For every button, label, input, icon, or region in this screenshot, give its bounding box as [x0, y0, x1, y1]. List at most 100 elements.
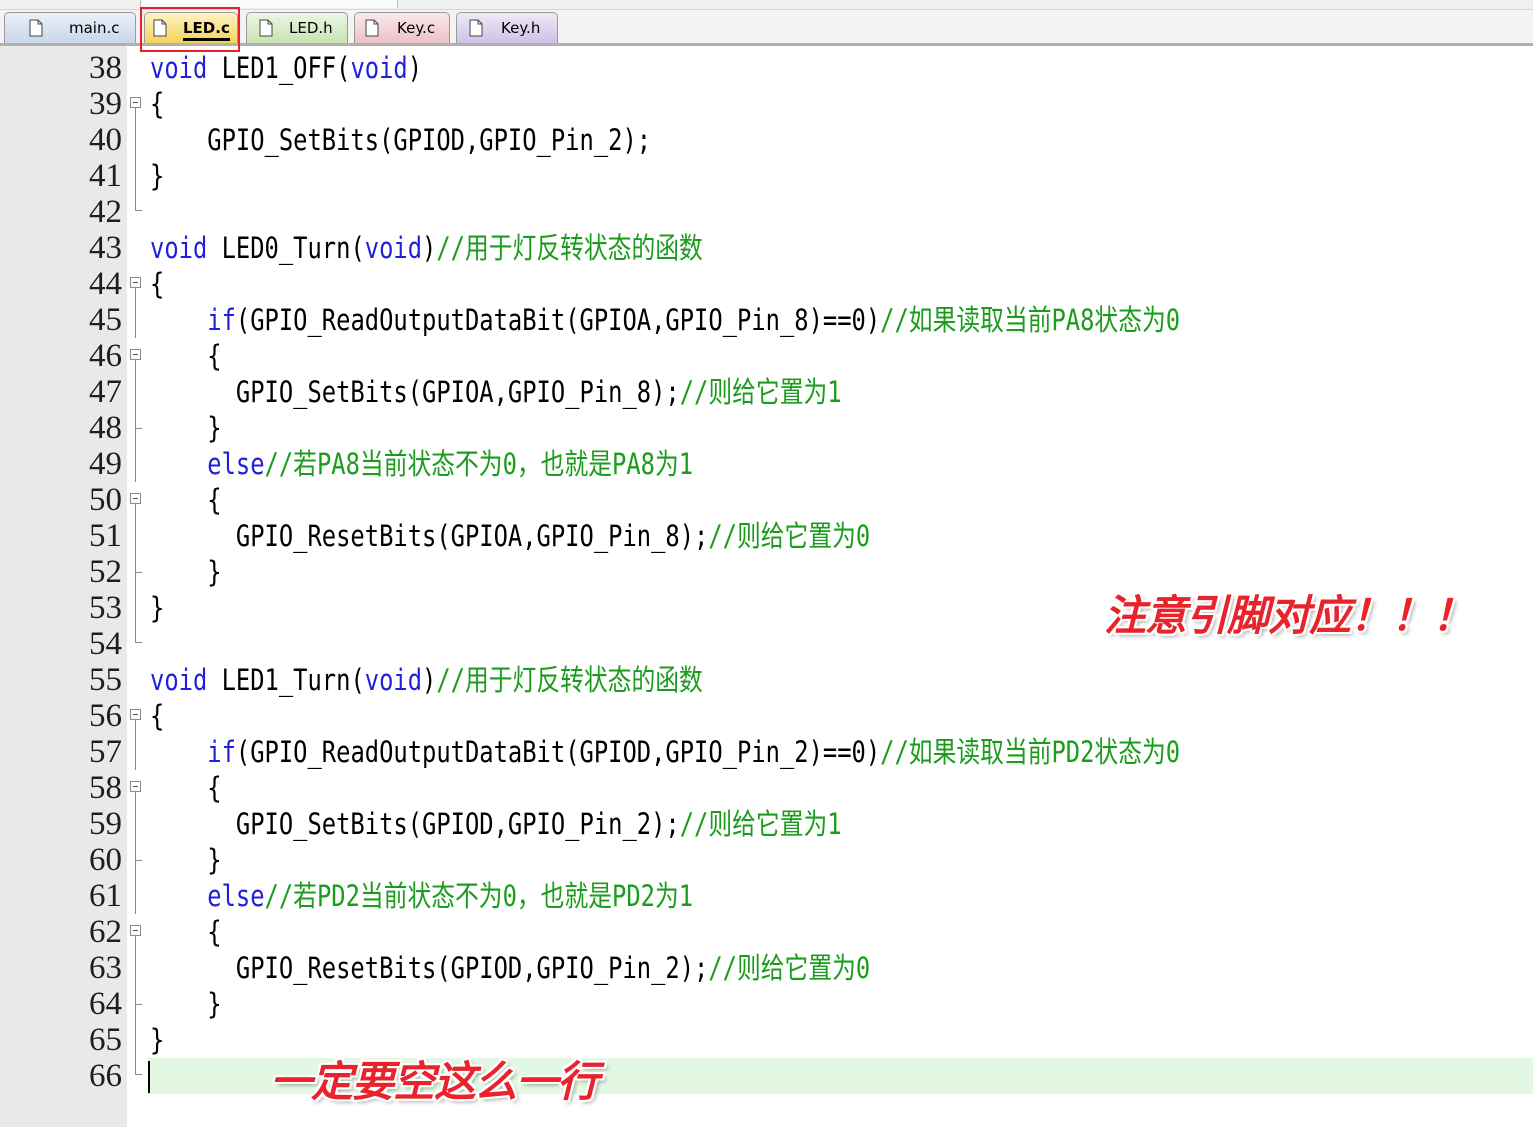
tab-label: Key.c — [397, 19, 436, 37]
code-token: ) — [407, 51, 423, 85]
fold-toggle-icon[interactable] — [129, 338, 147, 374]
text-caret — [148, 1061, 150, 1093]
code-token: (GPIO_ReadOutputDataBit(GPIOA,GPIO_Pin_8… — [235, 303, 881, 337]
code-line[interactable]: 40 GPIO_SetBits(GPIOD,GPIO_Pin_2); — [0, 122, 1533, 158]
code-token: ) — [422, 231, 437, 265]
code-text: } — [150, 158, 164, 194]
code-line[interactable]: 65} — [0, 1022, 1533, 1058]
fold-toggle-icon[interactable] — [129, 266, 147, 302]
code-line[interactable]: 48 } — [0, 410, 1533, 446]
code-line[interactable]: 39 { — [0, 86, 1533, 122]
code-editor[interactable]: 38 void LED1_OFF(void) 39 {40 GPIO_SetBits(… — [0, 50, 1533, 1094]
keyword-token: void — [150, 51, 208, 85]
line-number: 46 — [89, 338, 122, 374]
fold-toggle-icon[interactable] — [129, 770, 147, 806]
line-number: 48 — [89, 410, 122, 446]
comment-token: //若PD2当前状态不为0，也就是PD2为1 — [264, 879, 694, 913]
comment-token: //若PA8当前状态不为0，也就是PA8为1 — [264, 447, 694, 481]
keyword-token: else — [207, 447, 265, 481]
line-number: 58 — [89, 770, 122, 806]
fold-toggle-icon[interactable] — [129, 482, 147, 518]
fold-guide — [129, 302, 147, 338]
tab-main-c[interactable]: main.c — [4, 12, 136, 43]
code-line[interactable]: 45 if(GPIO_ReadOutputDataBit(GPIOA,GPIO_… — [0, 302, 1533, 338]
tab-led-h[interactable]: LED.h — [246, 12, 348, 43]
file-icon — [259, 19, 273, 37]
line-number: 42 — [89, 194, 122, 230]
fold-toggle-icon[interactable] — [129, 914, 147, 950]
tab-key-h[interactable]: Key.h — [456, 12, 558, 43]
code-line[interactable]: 61 else//若PD2当前状态不为0，也就是PD2为1 — [0, 878, 1533, 914]
code-line[interactable]: 46 { — [0, 338, 1533, 374]
code-text: GPIO_SetBits(GPIOA,GPIO_Pin_8);//则给它置为1 — [150, 374, 842, 410]
code-line[interactable]: 49 else//若PA8当前状态不为0，也就是PA8为1 — [0, 446, 1533, 482]
line-number: 57 — [89, 734, 122, 770]
tab-label: LED.h — [289, 19, 333, 37]
code-line[interactable]: 66 — [0, 1058, 1533, 1094]
code-text: void LED1_OFF(void) — [150, 50, 422, 86]
code-text: GPIO_ResetBits(GPIOD,GPIO_Pin_2);//则给它置为… — [150, 950, 870, 986]
fold-toggle-icon[interactable] — [129, 86, 147, 122]
fold-toggle-icon[interactable] — [129, 698, 147, 734]
code-token: { — [150, 771, 222, 805]
code-line[interactable]: 56 { — [0, 698, 1533, 734]
line-number: 62 — [89, 914, 122, 950]
code-token: GPIO_SetBits(GPIOA,GPIO_Pin_8); — [150, 375, 680, 409]
code-line[interactable]: 51 GPIO_ResetBits(GPIOA,GPIO_Pin_8);//则给… — [0, 518, 1533, 554]
keyword-token: void — [150, 663, 208, 697]
code-line[interactable]: 62 { — [0, 914, 1533, 950]
code-token: { — [150, 87, 165, 121]
code-token: } — [150, 555, 222, 589]
fold-guide — [129, 122, 147, 158]
code-line[interactable]: 63 GPIO_ResetBits(GPIOD,GPIO_Pin_2);//则给… — [0, 950, 1533, 986]
code-line[interactable]: 64 } — [0, 986, 1533, 1022]
fold-guide — [129, 1058, 147, 1094]
fold-guide — [129, 878, 147, 914]
fold-guide — [129, 1022, 147, 1058]
line-number: 44 — [89, 266, 122, 302]
keyword-token: if — [207, 735, 236, 769]
code-text: else//若PA8当前状态不为0，也就是PA8为1 — [150, 446, 693, 482]
line-number: 63 — [89, 950, 122, 986]
comment-token: //则给它置为1 — [679, 375, 842, 409]
code-line[interactable]: 44 { — [0, 266, 1533, 302]
fold-guide — [129, 158, 147, 194]
line-number: 64 — [89, 986, 122, 1022]
code-text: { — [150, 266, 164, 302]
comment-token: //如果读取当前PA8状态为0 — [880, 303, 1181, 337]
line-number: 43 — [89, 230, 122, 266]
code-line[interactable]: 55 void LED1_Turn(void)//用于灯反转状态的函数 — [0, 662, 1533, 698]
code-line[interactable]: 57 if(GPIO_ReadOutputDataBit(GPIOD,GPIO_… — [0, 734, 1533, 770]
keyword-token: void — [364, 231, 423, 265]
code-token: { — [150, 483, 222, 517]
code-text: else//若PD2当前状态不为0，也就是PD2为1 — [150, 878, 693, 914]
code-line[interactable]: 41} — [0, 158, 1533, 194]
code-text: GPIO_ResetBits(GPIOA,GPIO_Pin_8);//则给它置为… — [150, 518, 870, 554]
comment-token: //则给它置为0 — [708, 951, 871, 985]
code-text: if(GPIO_ReadOutputDataBit(GPIOD,GPIO_Pin… — [150, 734, 1180, 770]
code-line[interactable]: 38 void LED1_OFF(void) — [0, 50, 1533, 86]
tab-key-c[interactable]: Key.c — [354, 12, 450, 43]
code-token: } — [150, 843, 222, 877]
fold-guide — [129, 518, 147, 554]
code-line[interactable]: 58 { — [0, 770, 1533, 806]
code-line[interactable]: 59 GPIO_SetBits(GPIOD,GPIO_Pin_2);//则给它置… — [0, 806, 1533, 842]
code-line[interactable]: 47 GPIO_SetBits(GPIOA,GPIO_Pin_8);//则给它置… — [0, 374, 1533, 410]
fold-guide — [129, 194, 147, 230]
fold-guide — [129, 446, 147, 482]
code-line[interactable]: 50 { — [0, 482, 1533, 518]
code-token: (GPIO_ReadOutputDataBit(GPIOD,GPIO_Pin_2… — [235, 735, 881, 769]
code-token: } — [150, 1023, 165, 1057]
code-line[interactable]: 43 void LED0_Turn(void)//用于灯反转状态的函数 — [0, 230, 1533, 266]
code-line[interactable]: 60 } — [0, 842, 1533, 878]
line-number: 66 — [89, 1058, 122, 1094]
fold-guide — [129, 626, 147, 662]
line-number: 40 — [89, 122, 122, 158]
code-token: } — [150, 591, 165, 625]
code-line[interactable]: 42 — [0, 194, 1533, 230]
code-token: { — [150, 915, 222, 949]
line-number: 38 — [89, 50, 122, 86]
code-text: } — [150, 554, 222, 590]
fold-guide — [129, 554, 147, 590]
fold-guide — [129, 950, 147, 986]
